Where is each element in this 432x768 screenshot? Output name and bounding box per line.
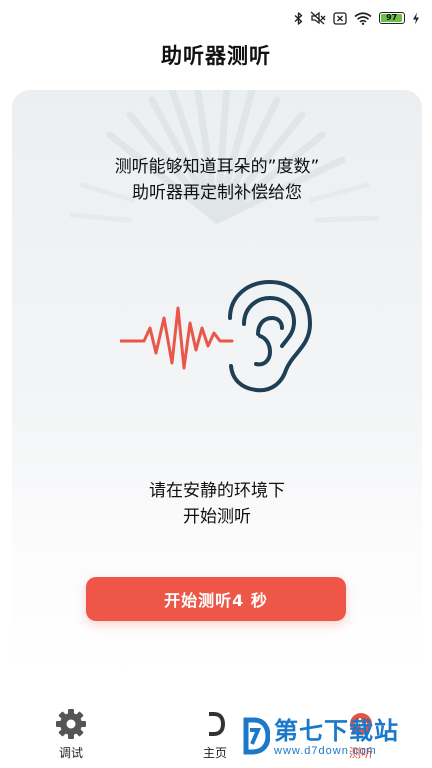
battery-icon: 97 — [379, 12, 405, 24]
mute-icon — [310, 11, 326, 25]
wifi-icon — [354, 11, 372, 25]
ear-icon — [228, 280, 312, 393]
watermark-url: www.d7down.com — [274, 745, 377, 757]
tab-debug[interactable]: 调试 — [26, 708, 116, 761]
watermark-title: 第七下载站 — [274, 718, 399, 745]
hearing-illustration — [120, 280, 312, 393]
status-bar: 97 — [0, 0, 432, 34]
intro-text: 测听能够知道耳朵的”度数” 助听器再定制补偿给您 — [12, 154, 422, 206]
gear-icon — [26, 708, 116, 740]
status-icons: 97 — [294, 11, 420, 25]
hearing-test-card: 测听能够知道耳朵的”度数” 助听器再定制补偿给您 请在安静的环境下 开始测听 开… — [12, 90, 422, 678]
watermark: 第七下载站 www.d7down.com — [240, 716, 399, 760]
d7-logo-icon — [240, 716, 271, 760]
tip-line-2: 开始测听 — [183, 507, 251, 527]
sound-wave-icon — [120, 306, 234, 370]
start-test-button[interactable]: 开始测听4 秒 — [86, 577, 346, 621]
battery-level: 97 — [381, 14, 403, 22]
tip-line-1: 请在安静的环境下 — [149, 481, 285, 501]
charging-icon — [412, 12, 420, 25]
no-sim-icon — [333, 11, 347, 25]
tab-debug-label: 调试 — [58, 746, 83, 760]
environment-tip: 请在安静的环境下 开始测听 — [12, 478, 422, 530]
bluetooth-icon — [294, 11, 303, 25]
page-title: 助听器测听 — [161, 44, 271, 68]
intro-line-1: 测听能够知道耳朵的”度数” — [114, 157, 320, 177]
intro-line-2: 助听器再定制补偿给您 — [132, 183, 302, 203]
